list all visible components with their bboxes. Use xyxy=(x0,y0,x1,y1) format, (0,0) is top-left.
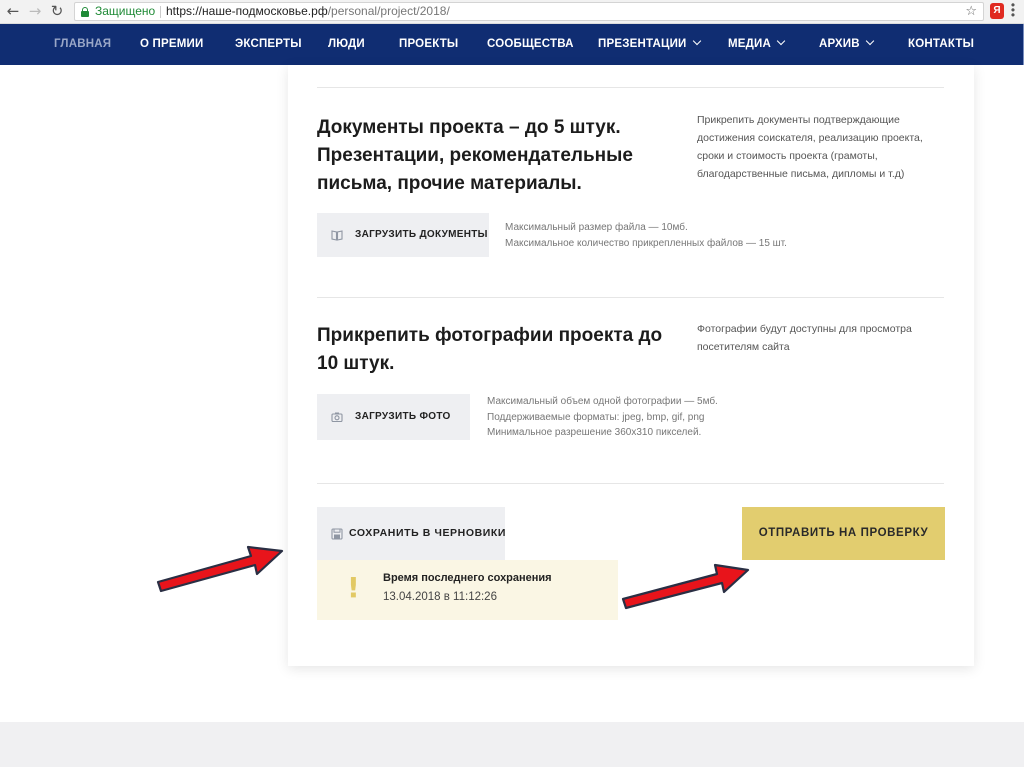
hint-line: Прикрепить документы подтверждающие xyxy=(697,114,900,126)
photos-title: Прикрепить фотографии проекта до 10 штук… xyxy=(317,322,662,378)
nav-item-home[interactable]: ГЛАВНАЯ xyxy=(54,24,111,65)
nav-item-communities[interactable]: СООБЩЕСТВА xyxy=(487,24,574,65)
floppy-disk-icon xyxy=(331,528,343,540)
hint-line: посетителям сайта xyxy=(697,341,790,353)
documents-title: Документы проекта – до 5 штук. Презентац… xyxy=(317,114,633,198)
note-line: Максимальное количество прикрепленных фа… xyxy=(505,237,787,249)
forward-arrow-icon[interactable]: → xyxy=(26,2,44,20)
nav-item-projects[interactable]: ПРОЕКТЫ xyxy=(399,24,458,65)
hint-line: благодарственные письма, дипломы и т.д) xyxy=(697,168,905,180)
hint-line: достижения соискателя, реализацию проект… xyxy=(697,132,923,144)
submit-for-review-button[interactable]: ОТПРАВИТЬ НА ПРОВЕРКУ xyxy=(742,507,945,560)
nav-item-presentations[interactable]: ПРЕЗЕНТАЦИИ xyxy=(598,24,701,65)
chevron-down-icon xyxy=(776,36,786,46)
site-navigation: ГЛАВНАЯ О ПРЕМИИ ЭКСПЕРТЫ ЛЮДИ ПРОЕКТЫ С… xyxy=(0,24,1024,65)
bookmark-star-icon[interactable]: ☆ xyxy=(965,3,977,20)
save-draft-label: СОХРАНИТЬ В ЧЕРНОВИКИ xyxy=(349,527,507,539)
upload-photo-button[interactable]: ЗАГРУЗИТЬ ФОТО xyxy=(317,394,470,440)
url-host: https://наше-подмосковье.рф xyxy=(166,4,328,18)
photos-notes: Максимальный объем одной фотографии — 5м… xyxy=(487,394,718,441)
url-path: /personal/project/2018/ xyxy=(327,4,450,18)
page-footer xyxy=(0,722,1024,767)
documents-title-line: Презентации, рекомендательные xyxy=(317,145,633,166)
save-draft-button[interactable]: СОХРАНИТЬ В ЧЕРНОВИКИ xyxy=(317,507,505,560)
nav-item-contacts[interactable]: КОНТАКТЫ xyxy=(908,24,974,65)
photos-title-line: 10 штук. xyxy=(317,353,395,374)
yandex-extension-icon[interactable]: Я xyxy=(990,3,1004,19)
photos-hint: Фотографии будут доступны для просмотра … xyxy=(697,320,912,356)
nav-item-about[interactable]: О ПРЕМИИ xyxy=(140,24,203,65)
nav-item-archive[interactable]: АРХИВ xyxy=(819,24,875,65)
documents-title-line: письма, прочие материалы. xyxy=(317,173,582,194)
nav-item-people[interactable]: ЛЮДИ xyxy=(328,24,365,65)
photos-title-line: Прикрепить фотографии проекта до xyxy=(317,325,663,346)
back-arrow-icon[interactable]: ← xyxy=(4,2,22,20)
browser-toolbar: ← → ↻ Защищено https://наше-подмосковье.… xyxy=(0,0,1024,24)
upload-photo-label: ЗАГРУЗИТЬ ФОТО xyxy=(355,411,451,422)
documents-title-line: Документы проекта – до 5 штук. xyxy=(317,117,621,138)
nav-item-media[interactable]: МЕДИА xyxy=(728,24,786,65)
reload-icon[interactable]: ↻ xyxy=(48,2,66,20)
lock-icon xyxy=(81,7,89,17)
upload-documents-button[interactable]: ЗАГРУЗИТЬ ДОКУМЕНТЫ xyxy=(317,213,489,257)
camera-icon xyxy=(331,412,343,423)
note-line: Максимальный объем одной фотографии — 5м… xyxy=(487,396,718,407)
note-line: Максимальный размер файла — 10мб. xyxy=(505,222,688,233)
annotation-arrow-right xyxy=(621,563,750,610)
last-save-time: 13.04.2018 в 11:12:26 xyxy=(383,591,497,603)
chevron-down-icon xyxy=(692,36,701,46)
annotation-arrow-left xyxy=(156,545,284,593)
nav-item-media-label: МЕДИА xyxy=(728,38,772,50)
submit-for-review-label: ОТПРАВИТЬ НА ПРОВЕРКУ xyxy=(758,527,929,539)
nav-item-experts[interactable]: ЭКСПЕРТЫ xyxy=(235,24,302,65)
last-save-notice: ! Время последнего сохранения 13.04.2018… xyxy=(317,560,618,620)
secure-label: Защищено xyxy=(95,4,156,18)
note-line: Поддерживаемые форматы: jpeg, bmp, gif, … xyxy=(487,411,705,423)
book-icon xyxy=(331,230,343,241)
address-bar[interactable]: Защищено https://наше-подмосковье.рф/per… xyxy=(74,2,984,21)
nav-item-presentations-label: ПРЕЗЕНТАЦИИ xyxy=(598,38,687,50)
divider xyxy=(317,87,944,88)
note-line: Минимальное разрешение 360х310 пикселей. xyxy=(487,427,702,438)
chevron-down-icon xyxy=(865,36,875,46)
url-text[interactable]: https://наше-подмосковье.рф/personal/pro… xyxy=(166,3,450,20)
browser-menu-icon[interactable]: • • • xyxy=(1010,0,1016,21)
hint-line: Фотографии будут доступны для просмотра xyxy=(697,323,912,335)
upload-documents-label: ЗАГРУЗИТЬ ДОКУМЕНТЫ xyxy=(355,229,488,240)
hint-line: сроки и стоимость проекта (грамоты, xyxy=(697,150,878,162)
nav-item-archive-label: АРХИВ xyxy=(819,38,860,50)
address-divider xyxy=(160,6,161,18)
divider xyxy=(317,483,944,484)
last-save-label: Время последнего сохранения xyxy=(383,572,552,584)
documents-notes: Максимальный размер файла — 10мб. Максим… xyxy=(505,220,787,251)
divider xyxy=(317,297,944,298)
warning-icon: ! xyxy=(347,571,360,604)
documents-hint: Прикрепить документы подтверждающие дост… xyxy=(697,111,923,183)
